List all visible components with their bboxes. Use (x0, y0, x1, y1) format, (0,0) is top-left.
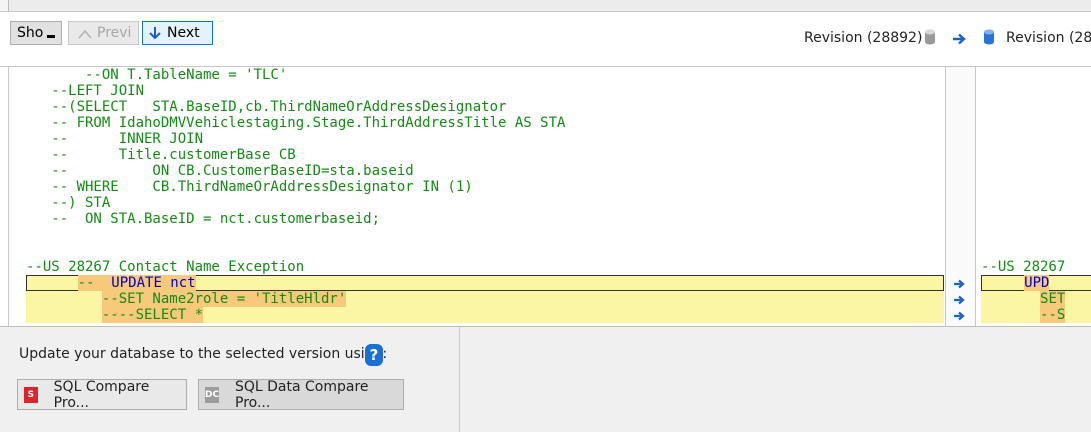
code-line: --US 28267 (981, 259, 1066, 275)
sql-compare-label: SQL Compare Pro... (53, 378, 150, 411)
changed-text: UPDATE nct (94, 275, 196, 291)
diff-arrow-icon[interactable] (953, 295, 967, 305)
changed-segment: --SET Name2role = 'TitleHldr' (101, 291, 347, 307)
deploy-panel: Update your database to the selected ver… (0, 326, 1091, 432)
code-line: --(SELECT STA.BaseID,cb.ThirdNameOrAddre… (26, 99, 507, 115)
left-revision-label: Revision (28892) (804, 30, 923, 46)
changed-line: UPD (981, 275, 1091, 291)
changed-line: -- UPDATE nct (26, 275, 944, 291)
up-arrow-icon (78, 29, 92, 39)
code-line: -- INNER JOIN (26, 131, 204, 147)
changed-segment: UPD (1024, 275, 1050, 291)
show-label: Sho (17, 25, 44, 41)
next-label: Next (167, 25, 200, 41)
diff-arrow-icon[interactable] (953, 311, 967, 321)
changed-line: --SET Name2role = 'TitleHldr' (26, 291, 944, 307)
code-line: -- Title.customerBase CB (26, 147, 296, 163)
code-line: -- WHERE CB.ThirdNameOrAddressDesignator… (26, 179, 473, 195)
code-line: -- ON STA.BaseID = nct.customerbaseid; (26, 211, 381, 227)
toolbar: Sho Previ Next Revision (28892) Revision… (0, 12, 1091, 66)
code-line: -- FROM IdahoDMVVehiclestaging.Stage.Thi… (26, 115, 566, 131)
changed-segment: ----SELECT * (101, 307, 204, 323)
top-strip-divider (0, 0, 9, 11)
left-code-pane[interactable]: --ON T.TableName = 'TLC' --LEFT JOIN --(… (0, 67, 945, 327)
changed-line: --S (981, 307, 1091, 323)
changed-segment: -- (77, 275, 95, 291)
code-line: --ON T.TableName = 'TLC' (26, 67, 288, 83)
code-line: --US 28267 Contact Name Exception (26, 259, 305, 275)
right-code-pane[interactable]: --US 28267 UPD SET --S (976, 67, 1091, 327)
changed-line: ----SELECT * (26, 307, 944, 323)
code-line: -- ON CB.CustomerBaseID=sta.baseid (26, 163, 414, 179)
dropdown-caret-icon (47, 35, 55, 38)
changed-segment: --S (1040, 307, 1066, 323)
sql-data-compare-button[interactable]: DC SQL Data Compare Pro... (198, 378, 404, 411)
down-arrow-icon (149, 27, 161, 40)
database-blue-icon (984, 29, 994, 45)
panel-separator (459, 327, 460, 432)
changed-segment: SET (1040, 291, 1066, 307)
changed-line: SET (981, 291, 1091, 307)
previous-button[interactable]: Previ (68, 21, 139, 45)
diff-view: --ON T.TableName = 'TLC' --LEFT JOIN --(… (0, 66, 1091, 327)
sql-data-compare-label: SQL Data Compare Pro... (235, 378, 369, 411)
next-button[interactable]: Next (142, 21, 213, 45)
code-line: --) STA (26, 195, 111, 211)
sql-compare-button[interactable]: S SQL Compare Pro... (17, 378, 187, 411)
right-arrow-icon (953, 33, 966, 45)
help-icon[interactable]: ? (365, 344, 383, 366)
code-line: --LEFT JOIN (26, 83, 145, 99)
update-instruction: Update your database to the selected ver… (19, 346, 388, 362)
top-strip (0, 0, 1091, 12)
sql-data-compare-icon: DC (205, 386, 219, 403)
right-revision-label: Revision (288 (1006, 30, 1091, 46)
database-grey-icon (925, 29, 935, 45)
diff-arrow-icon[interactable] (953, 279, 967, 289)
show-dropdown-button[interactable]: Sho (10, 21, 62, 45)
sql-compare-icon: S (24, 386, 38, 403)
previous-label: Previ (97, 25, 132, 41)
